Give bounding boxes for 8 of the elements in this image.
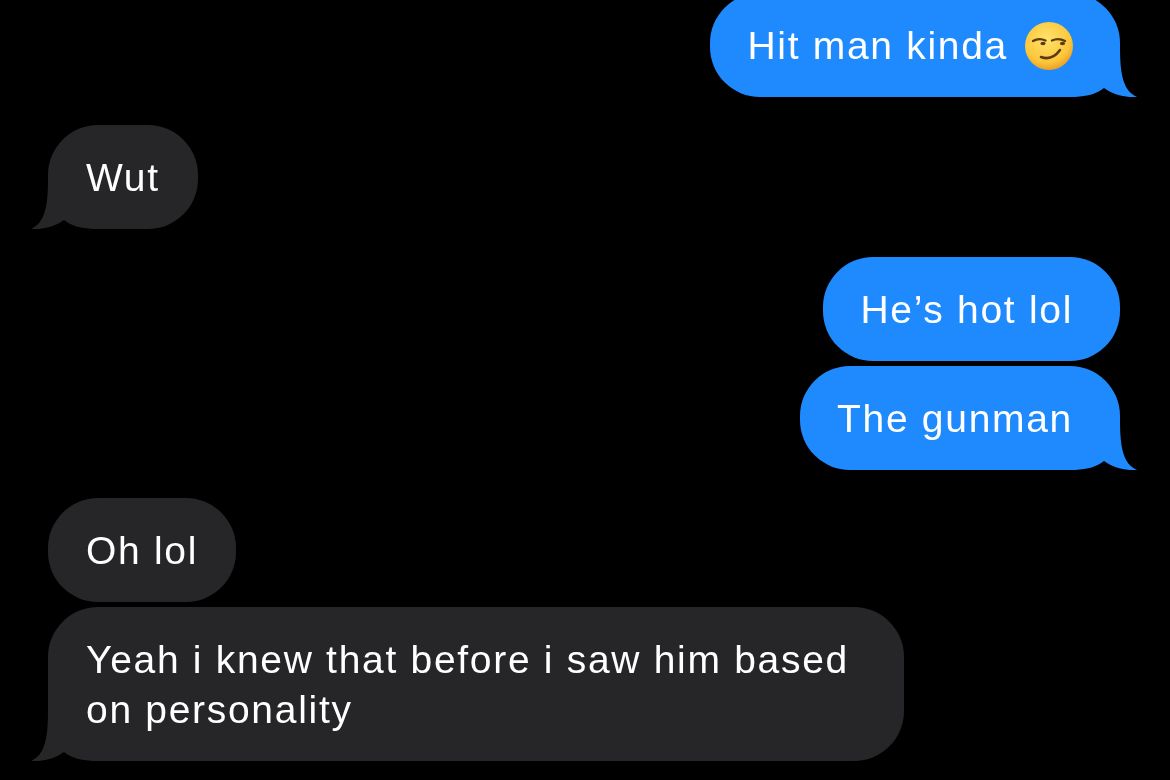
message-text: The gunman: [837, 396, 1073, 442]
bubble-tail-icon: [1068, 420, 1137, 470]
bubble-tail-icon: [1068, 47, 1137, 97]
message-text: Oh lol: [86, 528, 199, 574]
message-text: Wut: [86, 155, 160, 201]
message-text: Yeah i knew that before i saw him based on personality: [86, 637, 850, 733]
message-text: Hit man kinda: [747, 23, 1008, 69]
message-text: He’s hot lol: [860, 287, 1073, 333]
